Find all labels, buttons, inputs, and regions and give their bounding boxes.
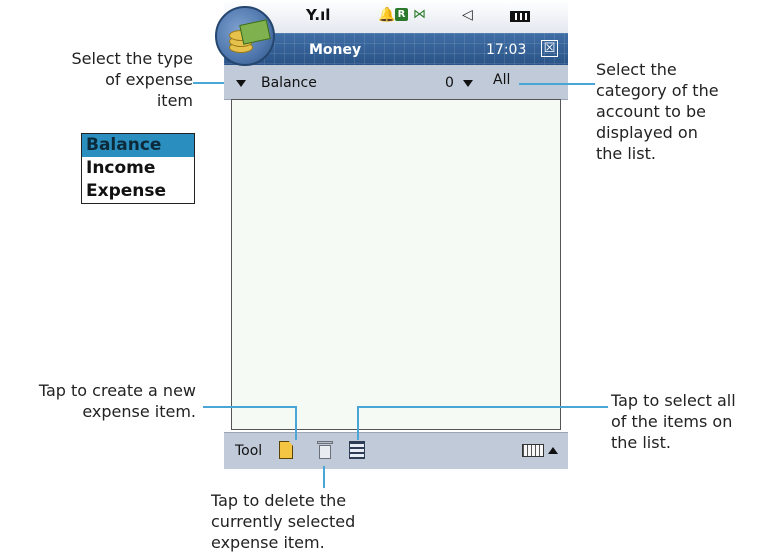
keyboard-icon[interactable] [522, 444, 544, 457]
bottom-toolbar: Tool [224, 432, 568, 469]
signal-icon: Y.ıl [306, 6, 331, 24]
type-dropdown-value[interactable]: Balance [261, 75, 317, 91]
new-item-icon[interactable] [279, 441, 293, 459]
type-option-expense[interactable]: Expense [82, 180, 194, 203]
r-icon: R [395, 8, 408, 21]
money-app-logo-icon [215, 6, 275, 66]
callout-select-all: Tap to select all of the items on the li… [611, 390, 736, 453]
callout-line: Tap to select all [611, 391, 736, 410]
speaker-icon: ◁ [462, 7, 473, 23]
close-icon[interactable]: ☒ [541, 40, 558, 57]
type-options-box: Balance Income Expense [81, 133, 195, 204]
delete-icon[interactable] [317, 441, 333, 459]
tool-menu[interactable]: Tool [235, 443, 262, 459]
callout-line: displayed on [596, 123, 698, 142]
expense-list[interactable] [231, 99, 561, 430]
trash-lid [317, 441, 333, 444]
leader-line [357, 406, 359, 440]
callout-line: Tap to delete the [211, 491, 347, 510]
type-option-balance[interactable]: Balance [82, 134, 194, 157]
alarm-bell-icon: 🔔 [378, 7, 396, 23]
type-dropdown-arrow-icon[interactable] [236, 80, 246, 87]
banknote-icon [239, 19, 271, 45]
app-title: Money [309, 42, 362, 58]
item-count: 0 [445, 75, 454, 91]
filter-bar: Balance 0 All [224, 65, 568, 100]
callout-category-select: Select the category of the account to be… [596, 59, 719, 164]
phone-screen: Y.ıl 🔔 R ⋈ ◁ Money 17:03 ☒ Balance 0 All… [215, 0, 568, 469]
battery-icon [510, 11, 530, 22]
leader-line [193, 82, 224, 84]
callout-line: expense item. [211, 533, 325, 552]
select-all-icon[interactable] [349, 441, 365, 459]
clock: 17:03 [486, 42, 527, 58]
leader-line [295, 406, 297, 440]
callout-delete-item: Tap to delete the currently selected exp… [211, 490, 355, 553]
leader-line [519, 83, 595, 85]
category-dropdown-arrow-icon[interactable] [463, 80, 473, 87]
callout-type-select: Select the type of expense item [71, 48, 193, 111]
category-dropdown-value[interactable]: All [493, 72, 510, 88]
callout-create-item: Tap to create a new expense item. [39, 380, 196, 422]
callout-line: the list. [611, 433, 671, 452]
callout-line: Select the type [71, 49, 193, 68]
type-option-income[interactable]: Income [82, 157, 194, 180]
callout-line: Tap to create a new [38, 381, 196, 400]
connection-icon: ⋈ [413, 7, 426, 22]
keyboard-toggle-arrow-icon[interactable] [548, 447, 558, 454]
leader-line [203, 406, 296, 408]
leader-line [323, 466, 325, 488]
callout-line: Select the [596, 60, 677, 79]
leader-line [357, 406, 608, 408]
callout-line: expense item. [82, 402, 196, 421]
status-bar: Y.ıl 🔔 R ⋈ ◁ [224, 0, 568, 33]
callout-line: account to be [596, 102, 706, 121]
callout-line: of the items on [611, 412, 733, 431]
callout-line: category of the [596, 81, 719, 100]
trash-bin [319, 445, 331, 459]
callout-line: currently selected [211, 512, 356, 531]
callout-line: item [156, 91, 193, 110]
callout-line: of expense [105, 70, 193, 89]
callout-line: the list. [596, 144, 656, 163]
